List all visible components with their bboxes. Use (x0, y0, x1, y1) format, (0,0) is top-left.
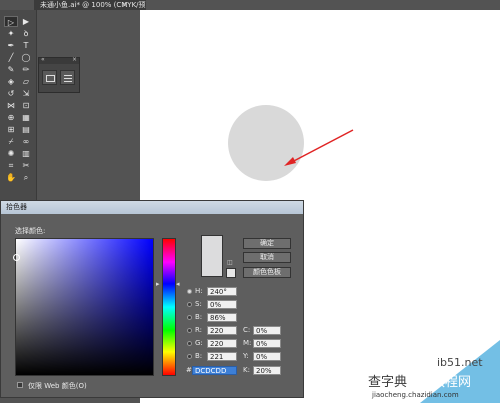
watermark-graphic (420, 340, 500, 403)
watermark-text2: 教程网 (432, 375, 472, 390)
watermark-text1: 查字典 (368, 375, 408, 390)
watermark-url: jiaocheng.chazidian.com (372, 391, 459, 399)
watermark-site: ib51.net (437, 356, 483, 369)
